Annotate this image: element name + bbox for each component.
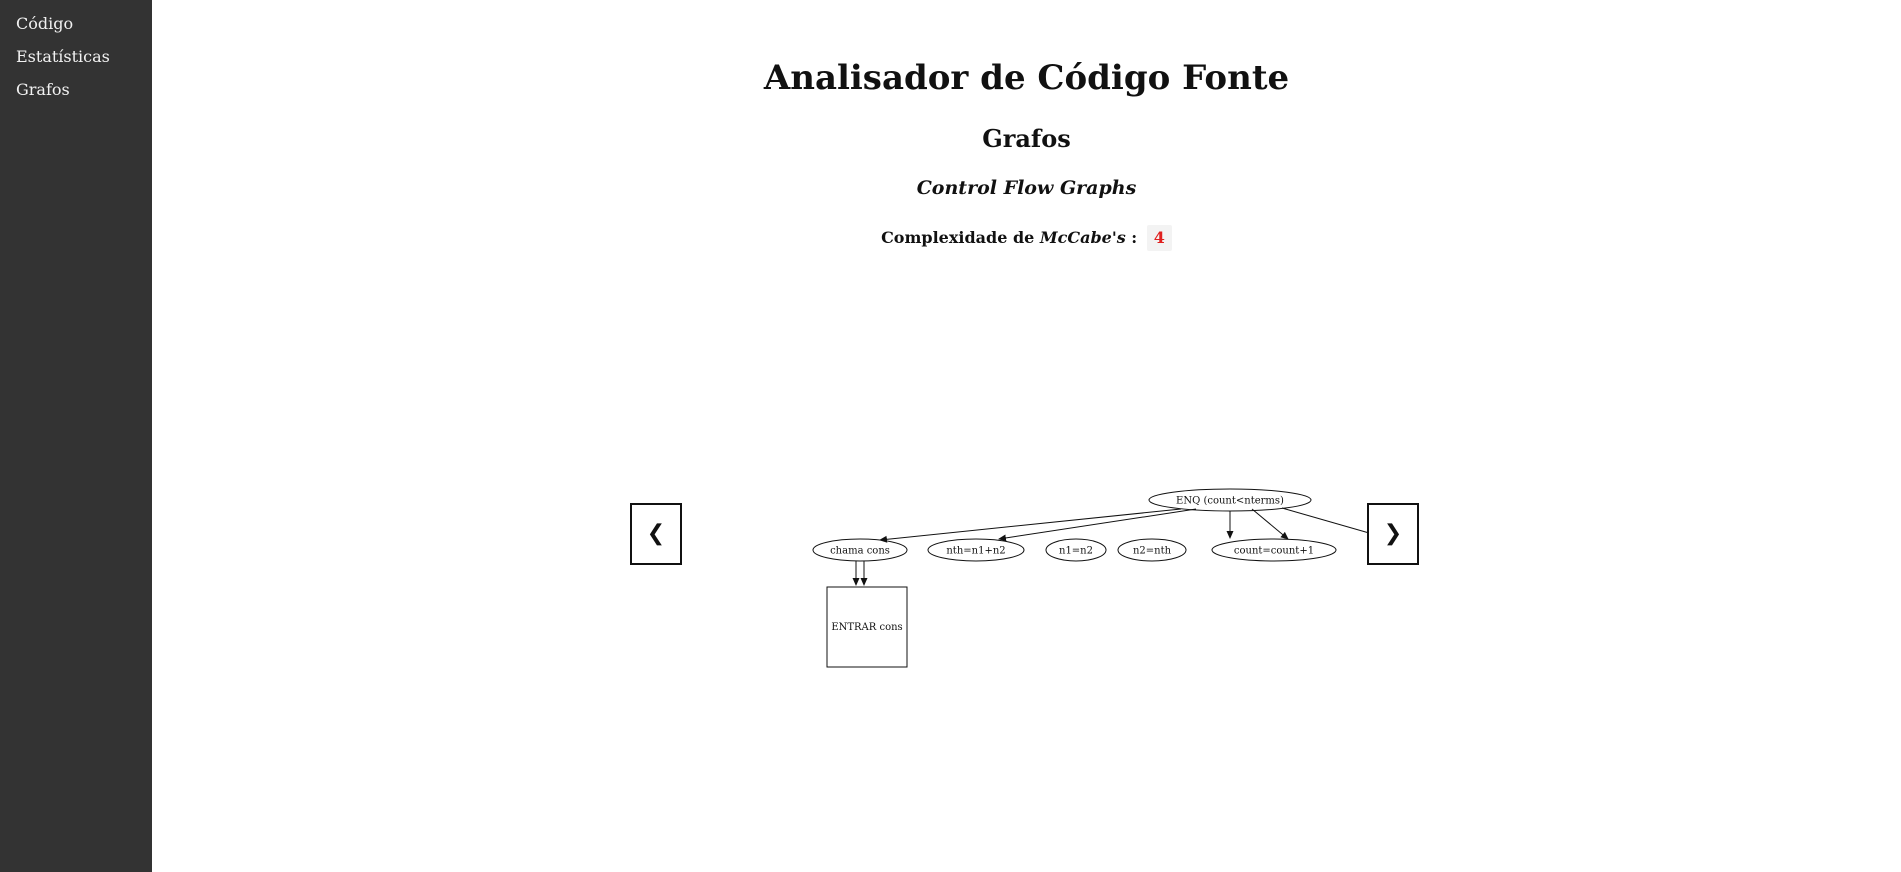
sidebar: Código Estatísticas Grafos	[0, 0, 152, 872]
complexity-value: 4	[1146, 225, 1172, 251]
graph-node-label: chama cons	[830, 546, 890, 557]
graph-edge-enq-n2	[1251, 508, 1289, 540]
graph-node-label: ENQ (count<nterms)	[1176, 496, 1284, 507]
graph-node-label: n2=nth	[1133, 546, 1172, 557]
sidebar-item-codigo[interactable]: Código	[0, 0, 152, 33]
section-subtitle: Control Flow Graphs	[916, 177, 1137, 199]
graph-node-n2: n2=nth	[1117, 538, 1187, 562]
chevron-left-icon: ❮	[646, 521, 666, 546]
graph-node-label: n1=n2	[1059, 546, 1093, 557]
main-content: Analisador de Código Fonte Grafos Contro…	[152, 0, 1901, 872]
sidebar-item-grafos[interactable]: Grafos	[0, 66, 152, 99]
graph-node-label: count=count+1	[1234, 546, 1314, 557]
next-graph-button[interactable]: ❯	[1367, 503, 1419, 565]
graph-node-nth: nth=n1+n2	[927, 538, 1025, 562]
sidebar-item-estatisticas[interactable]: Estatísticas	[0, 33, 152, 66]
graph-edge-enq-chama	[879, 508, 1182, 543]
graph-node-label: ENTRAR cons	[831, 622, 902, 633]
graph-node-label: nth=n1+n2	[946, 546, 1005, 557]
graph-edge-enq-nth	[998, 508, 1197, 542]
graph-node-count: count=count+1	[1211, 538, 1337, 562]
complexity-label-prefix: Complexidade de	[881, 228, 1040, 247]
graph-node-enq: ENQ (count<nterms)	[1148, 488, 1312, 512]
chevron-right-icon: ❯	[1383, 521, 1403, 546]
graph-node-n1: n1=n2	[1045, 538, 1107, 562]
complexity-row: Complexidade de McCabe's : 4	[152, 225, 1901, 251]
graph-node-chama: chama cons	[812, 538, 908, 562]
section-title: Grafos	[982, 124, 1071, 153]
graph-node-entrar: ENTRAR cons	[826, 586, 908, 668]
app-title: Analisador de Código Fonte	[763, 58, 1290, 98]
complexity-label-suffix: :	[1125, 228, 1138, 247]
previous-graph-button[interactable]: ❮	[630, 503, 682, 565]
complexity-label-name: McCabe's	[1039, 228, 1126, 247]
